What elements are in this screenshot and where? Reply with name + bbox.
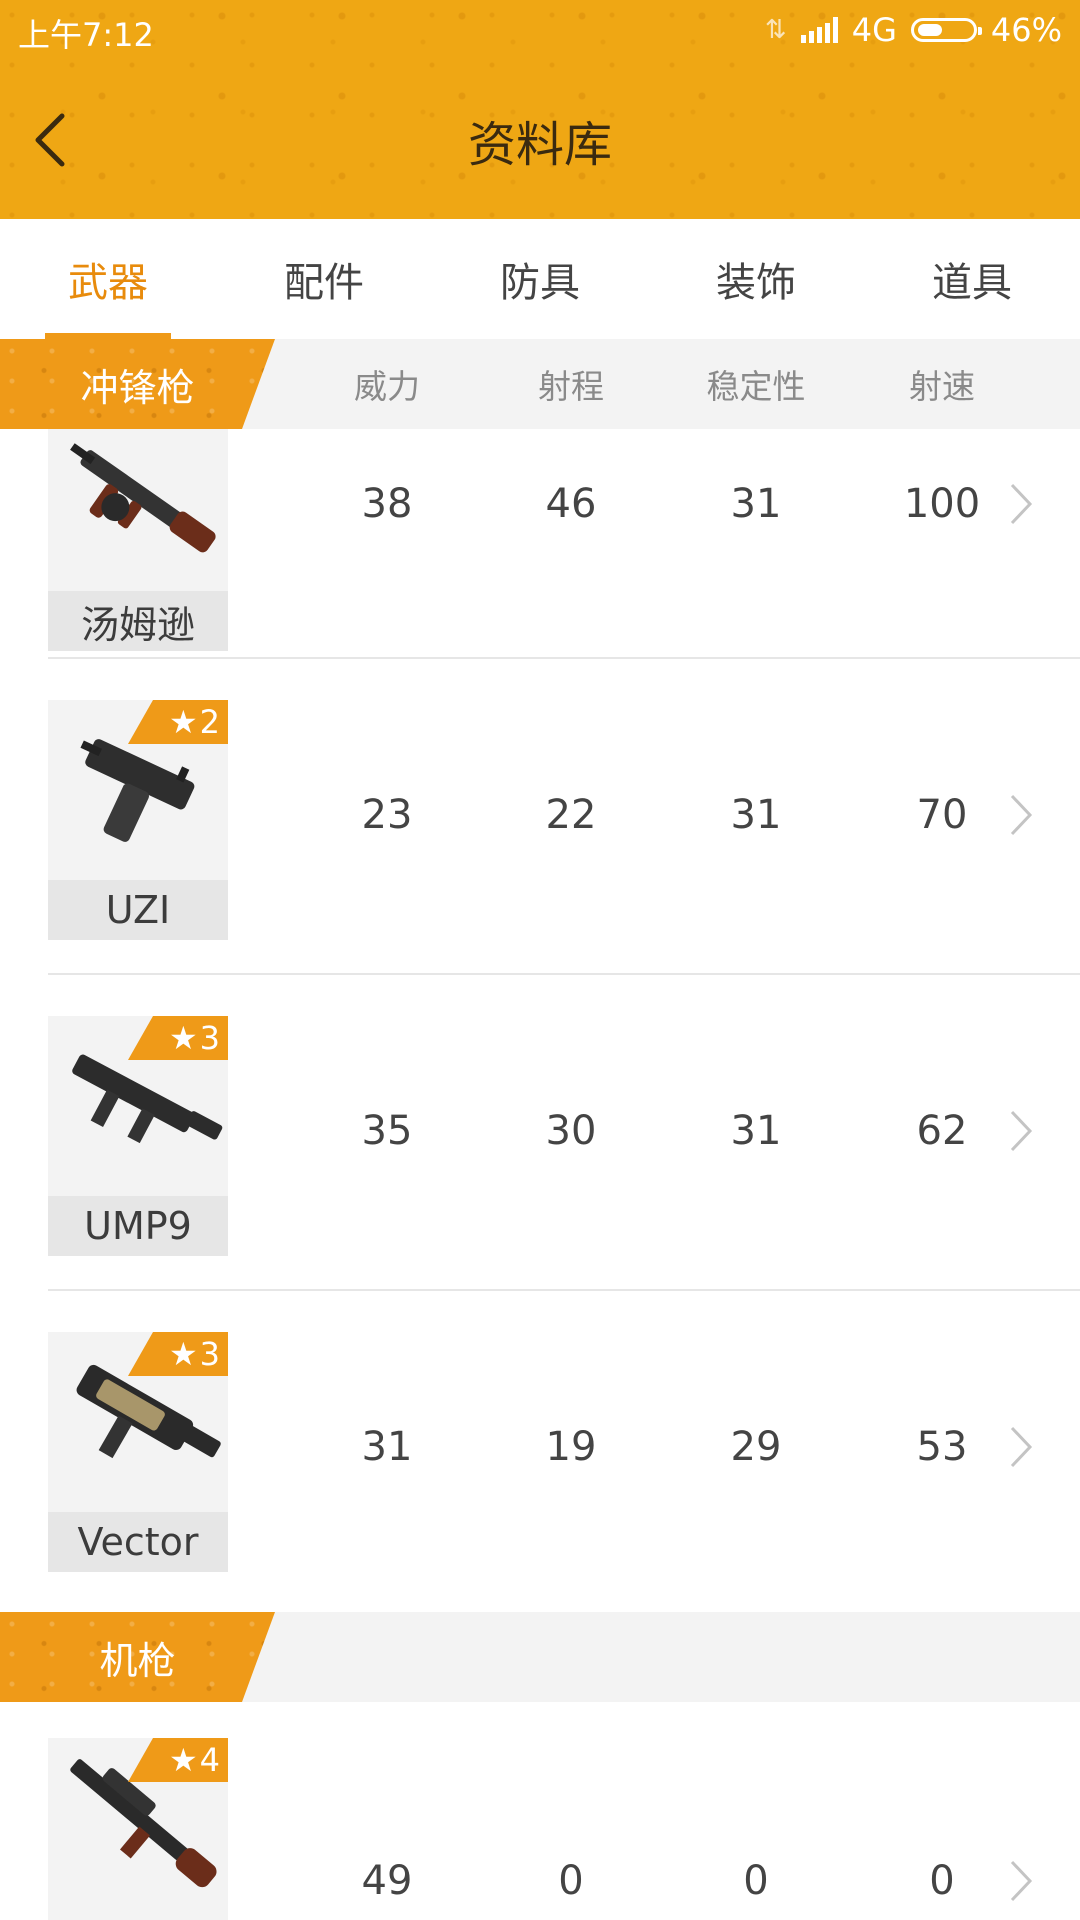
weapon-card: 汤姆逊 <box>48 421 228 651</box>
rarity-value: 3 <box>199 1335 220 1373</box>
star-icon: ★ <box>168 1019 198 1057</box>
weapon-row[interactable]: ★ 4 49 0 0 0 <box>0 1702 1080 1920</box>
chevron-right-icon <box>1010 794 1033 836</box>
tab-attachments[interactable]: 配件 <box>216 219 432 339</box>
stat-range: 30 <box>545 1108 597 1154</box>
stat-fire-rate: 0 <box>929 1858 955 1904</box>
battery-percent: 46% <box>990 11 1062 49</box>
stat-power: 49 <box>361 1858 413 1904</box>
battery-icon <box>910 18 982 42</box>
section-title: 冲锋枪 <box>80 365 195 410</box>
signal-icon <box>800 17 838 43</box>
weapon-name: 汤姆逊 <box>48 591 228 651</box>
weapon-row[interactable]: ★ 2 UZI 23 22 31 70 <box>0 659 1080 975</box>
stat-power: 35 <box>361 1108 413 1154</box>
stat-range: 46 <box>545 481 597 527</box>
section-header-lmg: 机枪 <box>0 1612 1080 1702</box>
chevron-right-icon <box>1010 483 1033 525</box>
chevron-right-icon <box>1010 1110 1033 1152</box>
weapon-row[interactable]: 汤姆逊 38 46 31 100 <box>0 421 1080 659</box>
tab-weapons[interactable]: 武器 <box>0 219 216 339</box>
stat-range: 0 <box>558 1858 584 1904</box>
stat-power: 38 <box>361 481 413 527</box>
column-fire-rate: 射速 <box>909 367 975 406</box>
weapon-name: UZI <box>48 880 228 940</box>
weapon-row[interactable]: ★ 3 UMP9 35 30 31 62 <box>0 975 1080 1291</box>
stat-fire-rate: 70 <box>916 792 968 838</box>
rarity-value: 2 <box>199 703 220 741</box>
rarity-value: 3 <box>199 1019 220 1057</box>
weapon-name: UMP9 <box>48 1196 228 1256</box>
weapon-row[interactable]: ★ 3 Vector 31 19 29 53 <box>0 1291 1080 1607</box>
app-header: 上午7:12 ⇅ 4G 46% 资料库 <box>0 0 1080 219</box>
weapon-name: Vector <box>48 1512 228 1572</box>
tab-armor[interactable]: 防具 <box>432 219 648 339</box>
star-icon: ★ <box>168 1335 198 1373</box>
column-range: 射程 <box>538 367 604 406</box>
weapon-card: ★ 3 UMP9 <box>48 1016 228 1256</box>
page-title: 资料库 <box>467 117 612 173</box>
stat-fire-rate: 62 <box>916 1108 968 1154</box>
chevron-right-icon <box>1010 1860 1033 1902</box>
section-title: 机枪 <box>99 1638 176 1683</box>
stat-stability: 29 <box>730 1424 782 1470</box>
network-type: 4G <box>851 11 897 49</box>
data-arrows-icon: ⇅ <box>764 15 787 45</box>
section-header-smg: 冲锋枪 威力 射程 稳定性 射速 <box>0 339 1080 429</box>
tab-decorations[interactable]: 装饰 <box>648 219 864 339</box>
stat-fire-rate: 53 <box>916 1424 968 1470</box>
status-indicators: ⇅ 4G 46% <box>765 10 1062 50</box>
stat-range: 22 <box>545 792 597 838</box>
chevron-right-icon <box>1010 1426 1033 1468</box>
stat-power: 23 <box>361 792 413 838</box>
stat-stability: 31 <box>730 1108 782 1154</box>
stat-stability: 31 <box>730 481 782 527</box>
tommy-gun-icon <box>70 443 216 553</box>
weapon-card: ★ 4 <box>48 1738 228 1920</box>
column-power: 威力 <box>354 367 420 406</box>
status-bar: 上午7:12 ⇅ 4G 46% <box>0 0 1080 60</box>
stat-stability: 0 <box>743 1858 769 1904</box>
weapon-card: ★ 2 UZI <box>48 700 228 940</box>
stat-fire-rate: 100 <box>903 481 981 527</box>
star-icon: ★ <box>168 1741 198 1779</box>
weapon-card: ★ 3 Vector <box>48 1332 228 1572</box>
stat-stability: 31 <box>730 792 782 838</box>
category-tabs: 武器 配件 防具 装饰 道具 <box>0 219 1080 339</box>
column-stability: 稳定性 <box>706 367 806 406</box>
stat-power: 31 <box>361 1424 413 1470</box>
tab-items[interactable]: 道具 <box>864 219 1080 339</box>
star-icon: ★ <box>168 703 198 741</box>
rarity-value: 4 <box>199 1741 220 1779</box>
status-time: 上午7:12 <box>18 16 154 54</box>
stat-range: 19 <box>545 1424 597 1470</box>
